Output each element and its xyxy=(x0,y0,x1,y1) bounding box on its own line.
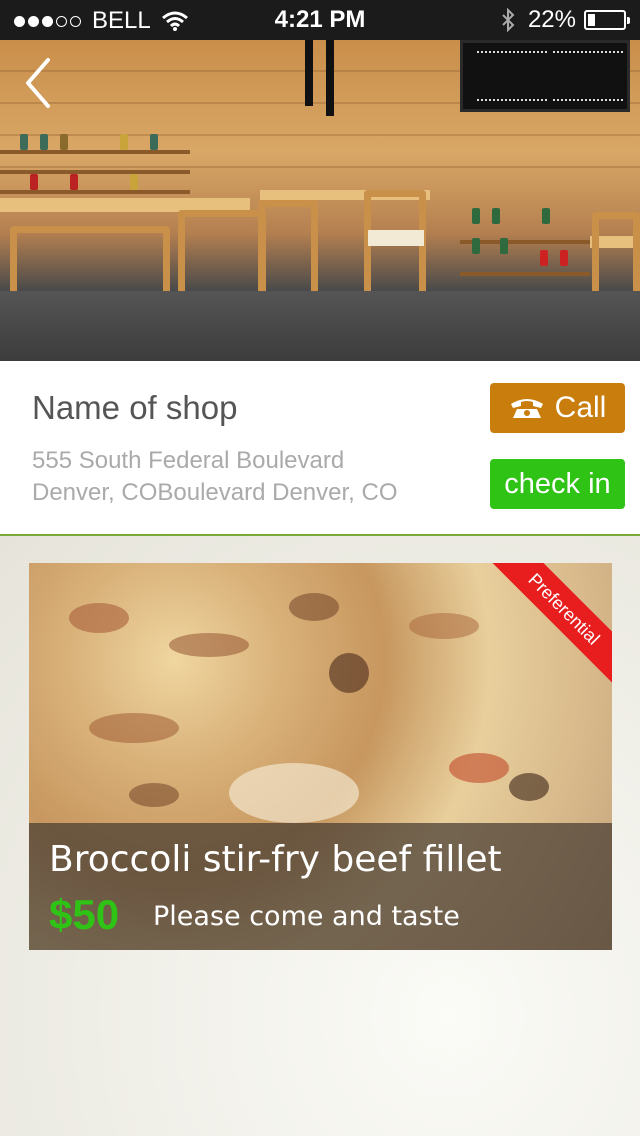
phone-icon xyxy=(510,399,543,418)
shop-hero-image xyxy=(0,40,640,361)
promo-tagline: Please come and taste xyxy=(153,901,460,932)
dish-price: $50 xyxy=(49,891,120,938)
dish-name: Broccoli stir-fry beef fillet xyxy=(49,839,502,880)
call-button[interactable]: Call xyxy=(490,383,625,433)
address-line-2: Denver, COBoulevard Denver, CO xyxy=(32,479,398,506)
check-in-button[interactable]: check in xyxy=(490,459,625,509)
menu-board xyxy=(460,40,630,112)
promo-card[interactable]: Preferential Broccoli stir-fry beef fill… xyxy=(29,563,612,950)
address-line-1: 555 South Federal Boulevard xyxy=(32,447,345,474)
check-in-button-label: check in xyxy=(504,467,611,500)
chevron-left-icon xyxy=(26,58,50,108)
promo-caption: Broccoli stir-fry beef fillet $50 Please… xyxy=(29,823,612,950)
status-right: 22% xyxy=(500,6,630,34)
shop-address: 555 South Federal Boulevard Denver, COBo… xyxy=(32,445,462,509)
ribbon-label: Preferential xyxy=(524,569,604,649)
battery-icon xyxy=(584,10,630,30)
status-bar: BELL 4:21 PM 22% xyxy=(0,0,640,40)
shop-name: Name of shop xyxy=(32,389,238,426)
bluetooth-icon xyxy=(502,8,515,32)
back-button[interactable] xyxy=(18,56,62,110)
preferential-ribbon: Preferential xyxy=(480,563,612,693)
shop-info-panel: Name of shop 555 South Federal Boulevard… xyxy=(0,361,640,535)
battery-fill xyxy=(588,14,595,26)
call-button-label: Call xyxy=(554,391,607,424)
battery-percent: 22% xyxy=(527,6,576,33)
